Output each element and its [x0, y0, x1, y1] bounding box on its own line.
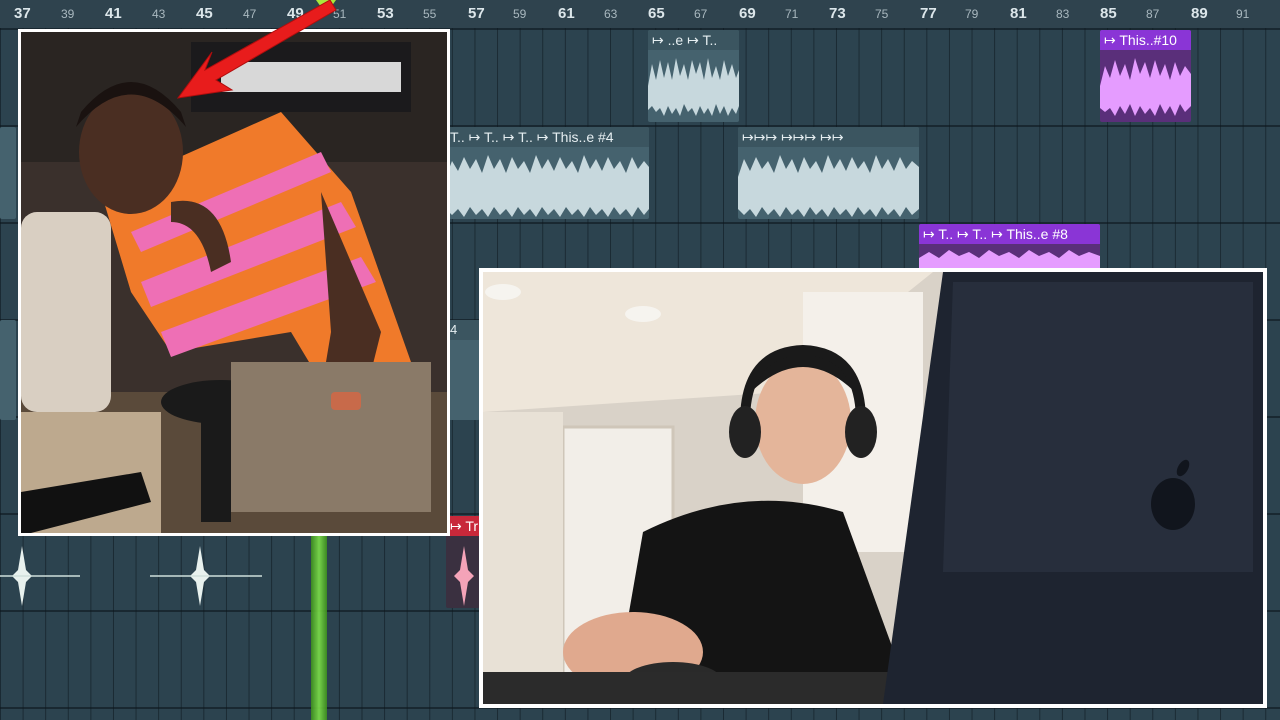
- clip-label: ↦↦↦ ↦↦↦ ↦↦: [738, 127, 919, 147]
- ruler-bar-number: 73: [829, 5, 846, 22]
- playhead-line[interactable]: [311, 536, 327, 720]
- photo-inset-right: [479, 268, 1267, 708]
- ruler-bar-number: 69: [739, 5, 756, 22]
- audio-clip[interactable]: 4: [446, 320, 480, 420]
- waveform-icon: [738, 155, 919, 217]
- ruler-bar-number: 71: [785, 7, 799, 21]
- audio-clip[interactable]: [0, 127, 16, 219]
- ruler-bar-number: 63: [604, 7, 618, 21]
- ruler-bar-number: 67: [694, 7, 708, 21]
- ruler-bar-number: 45: [196, 5, 213, 22]
- ruler-bar-number: 41: [105, 5, 122, 22]
- ruler-bar-number: 61: [558, 5, 575, 22]
- ruler-bar-number: 89: [1191, 5, 1208, 22]
- clip-label: 4: [446, 320, 480, 340]
- audio-clip[interactable]: ↦ This..#10: [1100, 30, 1191, 122]
- ruler-bar-number: 57: [468, 5, 485, 22]
- ruler-bar-number: 53: [377, 5, 394, 22]
- waveform-icon: [648, 58, 739, 116]
- ruler-bar-number: 91: [1236, 7, 1250, 21]
- ruler-bar-number: 65: [648, 5, 665, 22]
- audio-clip[interactable]: [0, 320, 16, 420]
- ruler-bar-number: 87: [1146, 7, 1160, 21]
- clip-label: ↦ This..#10: [1100, 30, 1191, 50]
- clip-label: ↦ Tr: [446, 516, 480, 536]
- clip-label: T.. ↦ T.. ↦ T.. ↦ This..e #4: [446, 127, 649, 147]
- clip-label: ↦ T.. ↦ T.. ↦ This..e #8: [919, 224, 1100, 244]
- waveform-icon: [1100, 58, 1191, 116]
- waveform-icon: [446, 155, 649, 217]
- ruler-bar-number: 49: [287, 5, 304, 22]
- audio-clip[interactable]: ↦↦↦ ↦↦↦ ↦↦: [738, 127, 919, 219]
- ruler-bar-number: 39: [61, 7, 75, 21]
- clip-label: ↦ ..e ↦ T..: [648, 30, 739, 50]
- audio-clip[interactable]: ↦ ..e ↦ T..: [648, 30, 739, 122]
- waveform-icon: [919, 250, 1100, 270]
- producer-photo-image: [483, 272, 1263, 704]
- sample-marker-icon: [454, 546, 474, 606]
- ruler-bar-number: 79: [965, 7, 979, 21]
- photo-inset-left: [18, 29, 450, 536]
- timeline-ruler[interactable]: 37 39 41 43 45 47 49 51 53 55 57 59 61 6…: [0, 0, 1280, 29]
- ruler-bar-number: 77: [920, 5, 937, 22]
- ruler-bar-number: 37: [14, 5, 31, 22]
- ruler-bar-number: 59: [513, 7, 527, 21]
- audio-clip[interactable]: ↦ T.. ↦ T.. ↦ This..e #8: [919, 224, 1100, 270]
- ruler-bar-number: 43: [152, 7, 166, 21]
- ruler-bar-number: 81: [1010, 5, 1027, 22]
- playhead-marker-icon[interactable]: [316, 0, 336, 14]
- audio-clip[interactable]: T.. ↦ T.. ↦ T.. ↦ This..e #4: [446, 127, 649, 219]
- ruler-bar-number: 55: [423, 7, 437, 21]
- studio-photo-image: [21, 32, 447, 533]
- ruler-bar-number: 75: [875, 7, 889, 21]
- sample-markers: [0, 546, 474, 606]
- ruler-bar-number: 85: [1100, 5, 1117, 22]
- ruler-bar-number: 83: [1056, 7, 1070, 21]
- ruler-bar-number: 47: [243, 7, 257, 21]
